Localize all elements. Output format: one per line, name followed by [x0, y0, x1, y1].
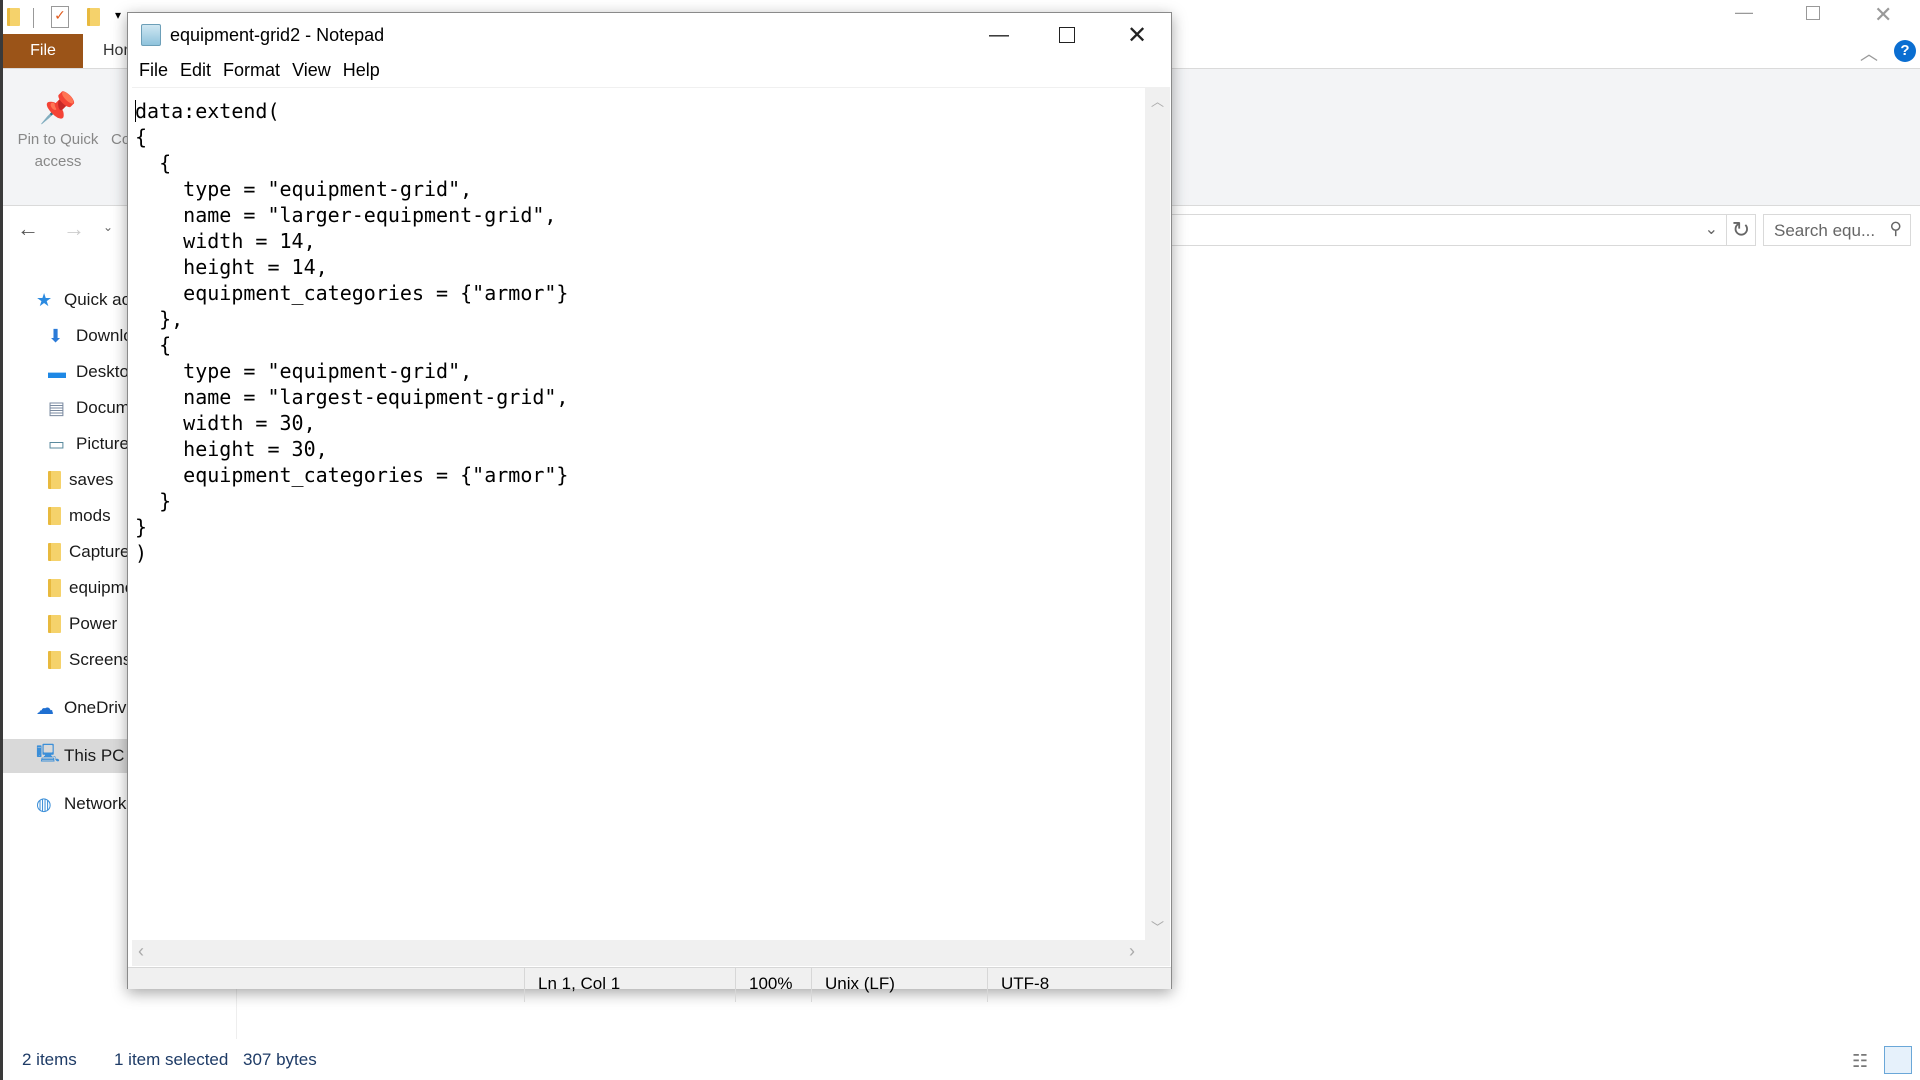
- pin-icon: 📌: [39, 92, 77, 125]
- divider: [33, 8, 34, 28]
- notepad-window: equipment-grid2 - Notepad — ✕ File Edit …: [127, 12, 1172, 1002]
- folder-icon[interactable]: [7, 8, 20, 26]
- refresh-button[interactable]: ↻: [1726, 214, 1756, 246]
- editor-content: data:extend( { { type = "equipment-grid"…: [135, 99, 569, 565]
- desktop-icon: ▬: [48, 361, 66, 382]
- menu-edit[interactable]: Edit: [176, 60, 219, 86]
- text-editor[interactable]: data:extend( { { type = "equipment-grid"…: [132, 87, 1145, 940]
- scroll-right-icon[interactable]: ›: [1129, 941, 1135, 962]
- pane-divider: [236, 989, 237, 1039]
- folder-icon: [48, 651, 61, 669]
- folder-icon: [48, 507, 61, 525]
- folder-icon: [48, 615, 61, 633]
- search-placeholder: Search equ...: [1774, 221, 1876, 240]
- scroll-down-icon[interactable]: ﹀: [1145, 917, 1170, 936]
- address-bar[interactable]: ⌄: [1168, 214, 1726, 246]
- menu-bar: File Edit Format View Help: [128, 60, 388, 86]
- pin-label: Pin to Quick access: [17, 131, 99, 170]
- notepad-minimize-button[interactable]: —: [965, 13, 1033, 57]
- large-icons-view-icon[interactable]: [1884, 1046, 1912, 1074]
- folder-icon: [48, 579, 61, 597]
- pictures-icon: ▭: [48, 433, 66, 454]
- scroll-up-icon[interactable]: ︿: [1145, 91, 1170, 110]
- scroll-corner: [1145, 940, 1170, 966]
- nav-item-saves[interactable]: saves: [48, 465, 113, 495]
- pin-to-quick-access-button[interactable]: 📌 Pin to Quick access: [13, 89, 103, 173]
- selection-size: 307 bytes: [243, 1050, 317, 1069]
- help-icon[interactable]: ?: [1894, 40, 1916, 62]
- item-count: 2 items: [22, 1050, 77, 1069]
- nav-item-desktop[interactable]: ▬ Desktop: [48, 357, 138, 387]
- folder-icon: [48, 471, 61, 489]
- search-input[interactable]: Search equ... ⚲: [1763, 214, 1911, 246]
- encoding: UTF-8: [987, 968, 1171, 1002]
- network-icon: ◍: [36, 793, 52, 814]
- document-icon: ▤: [48, 397, 66, 418]
- customize-toolbar-icon[interactable]: ▾: [115, 8, 121, 22]
- cursor-position: Ln 1, Col 1: [524, 968, 735, 1002]
- details-view-icon[interactable]: ☷: [1852, 1051, 1868, 1072]
- notepad-status-bar: Ln 1, Col 1 100% Unix (LF) UTF-8: [128, 967, 1171, 1002]
- close-button[interactable]: ✕: [1874, 2, 1892, 28]
- zoom-level: 100%: [735, 968, 811, 1002]
- nav-item-label: This PC: [64, 746, 125, 765]
- nav-item-network[interactable]: ◍ Network: [36, 789, 126, 819]
- notepad-close-button[interactable]: ✕: [1103, 13, 1171, 57]
- nav-item-label: OneDrive: [64, 698, 136, 717]
- nav-item-power[interactable]: Power: [48, 609, 117, 639]
- computer-icon: 🖳: [36, 743, 61, 763]
- quick-access-toolbar: ✓ ▾: [3, 0, 143, 34]
- scroll-left-icon[interactable]: ‹: [138, 941, 144, 962]
- nav-item-onedrive[interactable]: ☁ OneDrive: [36, 693, 136, 723]
- search-icon: ⚲: [1889, 219, 1902, 238]
- properties-icon[interactable]: ✓: [51, 6, 69, 28]
- nav-item-pictures[interactable]: ▭ Pictures: [48, 429, 137, 459]
- nav-item-label: mods: [69, 506, 111, 525]
- minimize-button[interactable]: —: [1735, 2, 1753, 23]
- vertical-scrollbar[interactable]: ︿ ﹀: [1145, 87, 1170, 940]
- nav-item-label: Power: [69, 614, 118, 633]
- horizontal-scrollbar[interactable]: ‹ ›: [132, 940, 1145, 966]
- nav-item-label: saves: [69, 470, 114, 489]
- recent-locations-icon[interactable]: ⌄: [103, 220, 113, 234]
- nav-item-mods[interactable]: mods: [48, 501, 111, 531]
- menu-view[interactable]: View: [288, 60, 339, 86]
- notepad-maximize-button[interactable]: [1033, 13, 1101, 57]
- folder-icon: [48, 543, 61, 561]
- cloud-icon: ☁: [36, 697, 54, 718]
- restore-button[interactable]: [1806, 6, 1820, 20]
- line-endings: Unix (LF): [811, 968, 987, 1002]
- nav-item-captures[interactable]: Captures: [48, 537, 138, 567]
- nav-item-this-pc[interactable]: 🖳 This PC: [36, 741, 124, 771]
- download-icon: ⬇: [48, 325, 64, 346]
- collapse-ribbon-icon[interactable]: ︿: [1860, 40, 1878, 66]
- star-icon: ★: [36, 289, 53, 310]
- selection-status: 1 item selected: [114, 1050, 229, 1069]
- forward-button[interactable]: →: [63, 216, 85, 242]
- text-caret: [135, 100, 136, 122]
- new-folder-icon[interactable]: [87, 8, 100, 26]
- menu-format[interactable]: Format: [219, 60, 288, 86]
- menu-file[interactable]: File: [135, 60, 176, 86]
- chevron-down-icon[interactable]: ⌄: [1705, 219, 1718, 239]
- tab-file[interactable]: File: [3, 34, 83, 68]
- menu-help[interactable]: Help: [339, 60, 388, 86]
- back-button[interactable]: ←: [17, 216, 39, 242]
- nav-item-label: Network: [64, 794, 127, 813]
